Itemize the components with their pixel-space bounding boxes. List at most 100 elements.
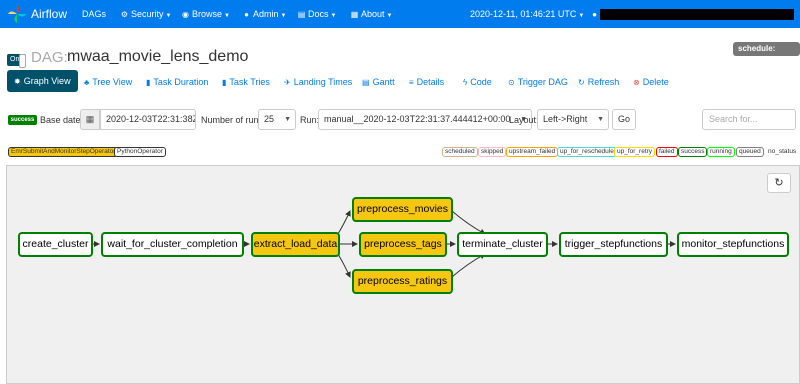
tab-gantt[interactable]: ▤ Gantt bbox=[362, 77, 395, 87]
tab-delete[interactable]: ⊗ Delete bbox=[633, 77, 669, 87]
num-runs-value: 25 bbox=[264, 114, 275, 124]
run-label: Run: bbox=[300, 115, 320, 125]
caret-down-icon: ▼ bbox=[280, 13, 287, 19]
nav-docs[interactable]: ▤ Docs ▼ bbox=[297, 9, 337, 19]
bar-chart-icon: ▮ bbox=[146, 78, 151, 87]
task-label: preprocess_tags bbox=[364, 238, 442, 250]
num-runs-label: Number of runs: bbox=[201, 115, 266, 125]
tab-task-tries[interactable]: ▮ Task Tries bbox=[222, 77, 270, 87]
caret-down-icon: ▼ bbox=[330, 13, 337, 19]
task-node-trigger-stepfunctions[interactable]: trigger_stepfunctions bbox=[559, 232, 668, 257]
state-no-status: no_status bbox=[765, 147, 800, 157]
task-node-extract-load-data[interactable]: extract_load_data bbox=[251, 232, 340, 257]
nav-about[interactable]: ▦ About ▼ bbox=[350, 9, 393, 19]
schedule-badge: schedule: None bbox=[733, 42, 800, 67]
globe-icon: ◉ bbox=[182, 10, 189, 19]
toggle-label: On bbox=[10, 56, 20, 63]
task-label: preprocess_ratings bbox=[357, 275, 448, 287]
tab-tree-view[interactable]: ♣ Tree View bbox=[84, 77, 132, 87]
caret-down-icon: ▼ bbox=[165, 13, 172, 19]
play-icon: ⊙ bbox=[508, 78, 515, 87]
nav-dags-label: DAGs bbox=[82, 9, 107, 19]
tab-label: Code bbox=[470, 77, 492, 87]
task-label: preprocess_movies bbox=[356, 203, 449, 215]
chevron-down-icon: ▼ bbox=[597, 116, 604, 123]
redacted-username bbox=[600, 9, 794, 20]
tab-landing-times[interactable]: ✈ Landing Times bbox=[284, 77, 352, 87]
state-up-for-retry: up_for_retry bbox=[614, 147, 656, 157]
edge bbox=[451, 253, 486, 278]
plane-icon: ✈ bbox=[284, 78, 291, 87]
task-node-terminate-cluster[interactable]: terminate_cluster bbox=[457, 232, 548, 257]
base-date-label: Base date: bbox=[40, 115, 84, 125]
layout-value: Left->Right bbox=[543, 114, 588, 124]
gear-icon: ⚙ bbox=[120, 10, 129, 19]
operator-chip-emr: EmrSubmitAndMonitorStepOperator bbox=[8, 147, 119, 157]
nav-docs-label: Docs bbox=[308, 9, 329, 19]
dag-on-toggle[interactable]: On bbox=[7, 54, 26, 68]
refresh-icon: ↻ bbox=[774, 177, 784, 189]
delete-icon: ⊗ bbox=[633, 78, 640, 87]
tab-task-duration[interactable]: ▮ Task Duration bbox=[146, 77, 208, 87]
gantt-icon: ▤ bbox=[362, 78, 370, 87]
tab-label: Details bbox=[416, 77, 445, 87]
base-date-input[interactable]: 2020-12-03T22:31:38Z bbox=[100, 109, 196, 130]
state-success: success bbox=[678, 147, 708, 157]
tab-trigger-dag[interactable]: ⊙ Trigger DAG bbox=[508, 77, 568, 87]
state-skipped: skipped bbox=[478, 147, 507, 157]
task-node-preprocess-ratings[interactable]: preprocess_ratings bbox=[352, 269, 453, 294]
task-node-preprocess-movies[interactable]: preprocess_movies bbox=[352, 197, 453, 222]
nav-dags[interactable]: DAGs bbox=[82, 9, 106, 19]
task-label: trigger_stepfunctions bbox=[564, 238, 663, 250]
dag-title: mwaa_movie_lens_demo bbox=[67, 48, 249, 65]
state-failed: failed bbox=[656, 147, 678, 157]
nav-browse-label: Browse bbox=[192, 9, 223, 19]
clock-text: 2020-12-11, 01:46:21 UTC bbox=[470, 9, 577, 19]
go-button[interactable]: Go bbox=[612, 109, 636, 130]
task-node-create-cluster[interactable]: create_cluster bbox=[18, 232, 93, 257]
task-label: extract_load_data bbox=[253, 238, 338, 250]
airflow-logo-icon[interactable] bbox=[7, 4, 27, 24]
tab-label: Tree View bbox=[92, 77, 133, 87]
bolt-icon: ϟ bbox=[463, 78, 468, 87]
task-label: terminate_cluster bbox=[462, 238, 543, 250]
user-icon: ● bbox=[244, 10, 249, 19]
search-input[interactable]: Search for... bbox=[702, 109, 796, 130]
num-runs-select[interactable]: 25 ▼ bbox=[258, 109, 296, 130]
nav-admin[interactable]: ● Admin ▼ bbox=[242, 9, 286, 19]
brand-name[interactable]: Airflow bbox=[31, 7, 67, 21]
tab-refresh[interactable]: ↻ Refresh bbox=[578, 77, 619, 87]
run-value: manual__2020-12-03T22:31:37.444412+00:00 bbox=[324, 114, 511, 124]
tab-details[interactable]: ≡ Details bbox=[409, 77, 444, 87]
tree-icon: ♣ bbox=[84, 78, 90, 87]
state-running: running bbox=[707, 147, 735, 157]
nav-about-label: About bbox=[361, 9, 385, 19]
tab-label: Gantt bbox=[372, 77, 395, 87]
task-node-wait-for-cluster-completion[interactable]: wait_for_cluster_completion bbox=[101, 232, 244, 257]
tab-label: Landing Times bbox=[293, 77, 353, 87]
tab-label: Task Duration bbox=[153, 77, 209, 87]
task-node-preprocess-tags[interactable]: preprocess_tags bbox=[359, 232, 447, 257]
layout-select[interactable]: Left->Right ▼ bbox=[537, 109, 609, 130]
run-select[interactable]: manual__2020-12-03T22:31:37.444412+00:00… bbox=[318, 109, 532, 130]
tab-graph-view[interactable]: ✸ Graph View bbox=[7, 70, 78, 92]
caret-down-icon: ▼ bbox=[578, 13, 585, 19]
dag-run-status-badge: success bbox=[8, 115, 37, 125]
task-label: create_cluster bbox=[22, 238, 89, 250]
caret-down-icon: ▼ bbox=[386, 13, 393, 19]
tab-label: Refresh bbox=[587, 77, 620, 87]
nav-browse[interactable]: ◉ Browse ▼ bbox=[181, 9, 230, 19]
layout-label: Layout: bbox=[509, 115, 539, 125]
nav-admin-label: Admin bbox=[253, 9, 279, 19]
task-node-monitor-stepfunctions[interactable]: monitor_stepfunctions bbox=[677, 232, 789, 257]
nav-security[interactable]: ⚙ Security ▼ bbox=[120, 9, 172, 19]
task-label: monitor_stepfunctions bbox=[681, 238, 785, 250]
bar-chart-icon: ▮ bbox=[222, 78, 227, 87]
calendar-icon[interactable]: ▦ bbox=[80, 109, 100, 130]
graph-refresh-button[interactable]: ↻ bbox=[767, 173, 791, 193]
tab-code[interactable]: ϟ Code bbox=[463, 77, 492, 87]
state-queued: queued bbox=[736, 147, 764, 157]
nav-clock[interactable]: 2020-12-11, 01:46:21 UTC ▼ bbox=[470, 9, 584, 19]
tab-label: Graph View bbox=[23, 76, 71, 86]
dag-graph-canvas[interactable]: create_cluster wait_for_cluster_completi… bbox=[6, 165, 800, 384]
